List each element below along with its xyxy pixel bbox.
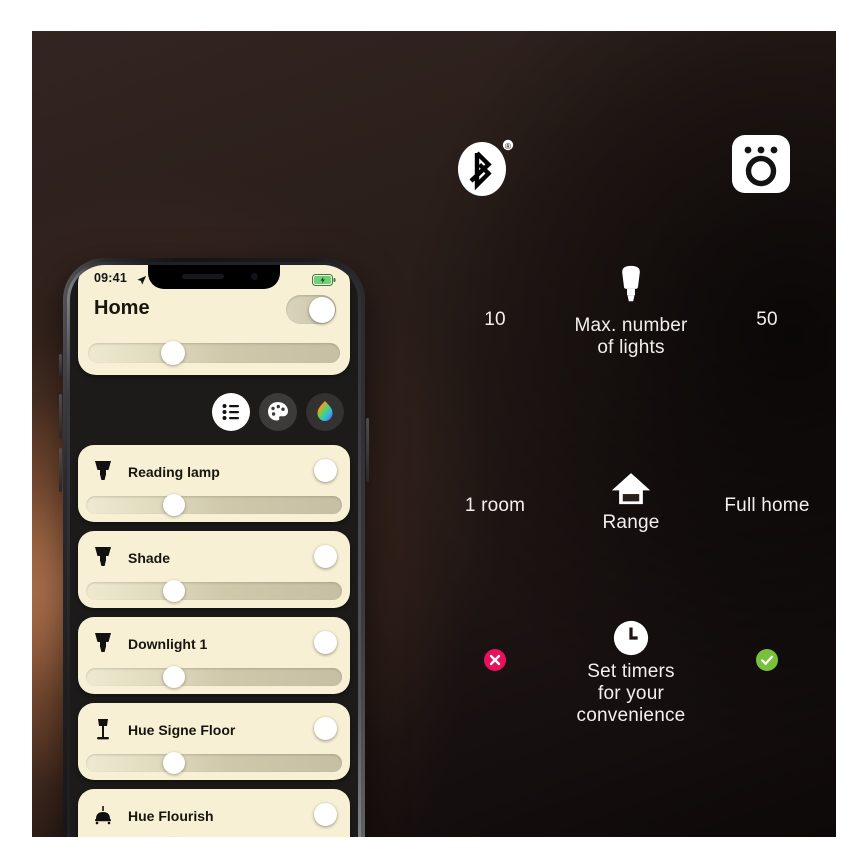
battery-charging-icon — [312, 273, 336, 286]
row-right-value: Full home — [724, 495, 810, 516]
toggle-knob[interactable] — [308, 296, 335, 323]
clock-icon — [531, 619, 731, 657]
home-power-toggle[interactable] — [286, 295, 336, 324]
device-brightness-slider[interactable] — [86, 666, 342, 688]
slider-knob[interactable] — [162, 580, 185, 602]
view-mode-tabs[interactable] — [212, 393, 344, 431]
row-center: Max. number of lights — [531, 265, 731, 359]
slider-knob[interactable] — [162, 752, 185, 774]
screenshot-root: ® 10 Max. number of lights 50 1 room Ran… — [0, 0, 868, 868]
list-item[interactable]: Shade — [78, 531, 350, 608]
bluetooth-icon: ® — [458, 129, 514, 199]
notch — [148, 265, 280, 289]
device-name: Reading lamp — [128, 464, 220, 480]
tab-scenes[interactable] — [259, 393, 297, 431]
trademark-glyph: ® — [505, 142, 511, 151]
row-caption: Set timers for your convenience — [531, 661, 731, 727]
device-list[interactable]: Reading lamp Shade Downlight 1 Hue Signe… — [78, 445, 350, 837]
spot-bulb-icon — [92, 459, 114, 485]
toggle-knob[interactable] — [313, 630, 337, 654]
row-caption-line3: convenience — [576, 705, 686, 726]
row-caption-line2: for your — [597, 683, 664, 704]
list-item[interactable]: Hue Flourish — [78, 789, 350, 837]
color-drop-icon — [317, 401, 333, 421]
row-right-value: 50 — [756, 309, 778, 330]
list-item[interactable]: Reading lamp — [78, 445, 350, 522]
phone-band: 09:41 Home Reading lamp Shade Downlight … — [67, 262, 361, 837]
row-caption-line1: Set timers — [587, 661, 675, 682]
row-caption-line1: Max. number — [574, 315, 688, 336]
row-caption: Range — [531, 512, 731, 534]
power-button[interactable] — [366, 418, 369, 482]
home-brightness-slider[interactable] — [88, 341, 340, 365]
phone-screen: 09:41 Home Reading lamp Shade Downlight … — [70, 265, 358, 837]
tab-color-picker[interactable] — [306, 393, 344, 431]
slider-knob[interactable] — [162, 494, 185, 516]
silent-switch[interactable] — [59, 354, 62, 376]
spot-bulb-icon — [92, 631, 114, 657]
hue-bridge-icon — [730, 133, 792, 195]
row-caption: Max. number of lights — [531, 315, 731, 359]
row-caption-line2: of lights — [597, 337, 665, 358]
check-badge-icon — [756, 649, 778, 671]
palette-icon — [268, 402, 288, 421]
status-bar-time: 09:41 — [94, 271, 127, 285]
logo-row: ® — [426, 129, 836, 209]
device-name: Hue Flourish — [128, 808, 214, 824]
spot-bulb-icon — [92, 545, 114, 571]
toggle-knob[interactable] — [313, 458, 337, 482]
toggle-knob[interactable] — [313, 716, 337, 740]
bulb-icon — [531, 265, 731, 311]
toggle-knob[interactable] — [313, 544, 337, 568]
device-brightness-slider[interactable] — [86, 752, 342, 774]
page-title: Home — [94, 297, 150, 319]
device-name: Downlight 1 — [128, 636, 208, 652]
slider-knob[interactable] — [161, 341, 186, 365]
tab-list-view[interactable] — [212, 393, 250, 431]
list-icon — [222, 404, 239, 420]
pendant-lamp-icon — [92, 803, 114, 829]
device-name: Shade — [128, 550, 171, 566]
comparison-panel: ® 10 Max. number of lights 50 1 room Ran… — [426, 31, 836, 837]
phone-mockup: 09:41 Home Reading lamp Shade Downlight … — [59, 258, 369, 837]
device-brightness-slider[interactable] — [86, 494, 342, 516]
toggle-track[interactable] — [286, 295, 336, 324]
slider-knob[interactable] — [162, 666, 185, 688]
row-center: Range — [531, 471, 731, 534]
device-brightness-slider[interactable] — [86, 580, 342, 602]
row-center: Set timers for your convenience — [531, 619, 731, 727]
cross-badge-icon — [484, 649, 506, 671]
device-name: Hue Signe Floor — [128, 722, 236, 738]
list-item[interactable]: Hue Signe Floor — [78, 703, 350, 780]
product-comparison-scene: ® 10 Max. number of lights 50 1 room Ran… — [32, 31, 836, 837]
front-camera — [251, 273, 258, 280]
earpiece-speaker — [182, 274, 224, 279]
floor-lamp-icon — [92, 717, 114, 743]
phone-frame: 09:41 Home Reading lamp Shade Downlight … — [63, 258, 365, 837]
toggle-knob[interactable] — [313, 802, 337, 826]
volume-down-button[interactable] — [59, 448, 62, 492]
row-caption-line1: Range — [602, 512, 660, 533]
row-right-badge — [702, 649, 832, 677]
list-item[interactable]: Downlight 1 — [78, 617, 350, 694]
volume-up-button[interactable] — [59, 394, 62, 438]
location-arrow-icon — [136, 273, 147, 291]
house-icon — [531, 471, 731, 508]
